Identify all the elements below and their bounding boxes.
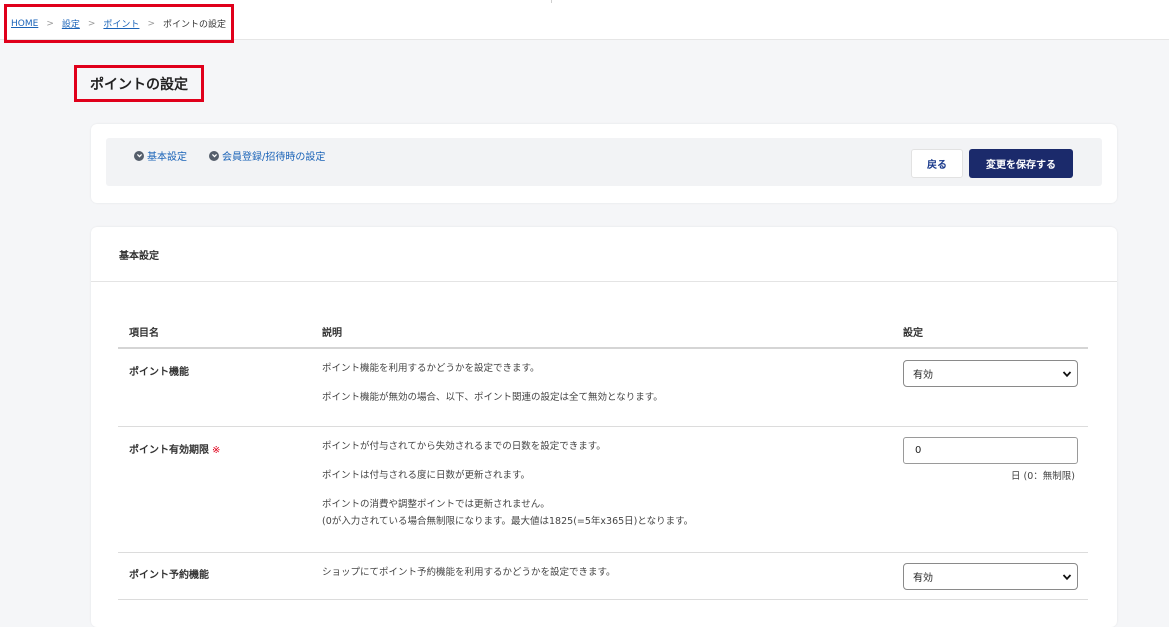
basic-settings-card: 基本設定 項目名 説明 設定 ポイント機能 ポイント機能を利用するかどうかを設定… [91, 227, 1117, 627]
table-header-divider [118, 347, 1088, 349]
nav-link-label: 会員登録/招待時の設定 [222, 152, 326, 163]
row-description: ポイントの消費や調整ポイントでは更新されません。 [322, 499, 550, 510]
breadcrumb-settings[interactable]: 設定 [62, 17, 80, 30]
select-value: 有効 [913, 370, 933, 381]
nav-link-registration-settings[interactable]: 会員登録/招待時の設定 [209, 148, 325, 163]
chevron-down-icon [1062, 574, 1072, 581]
select-value: 有効 [913, 573, 933, 584]
row-label-point-function: ポイント機能 [129, 367, 189, 378]
point-expiry-days-input[interactable]: 0 [903, 437, 1078, 464]
breadcrumb-home[interactable]: HOME [11, 19, 38, 29]
point-function-select[interactable]: 有効 [903, 360, 1078, 387]
chevron-down-circle-icon [134, 150, 144, 161]
back-button[interactable]: 戻る [911, 149, 963, 178]
point-reservation-select[interactable]: 有効 [903, 563, 1078, 590]
row-divider [118, 552, 1088, 553]
row-description: ショップにてポイント予約機能を利用するかどうかを設定できます。 [322, 567, 616, 578]
nav-link-basic-settings[interactable]: 基本設定 [134, 148, 187, 163]
row-description: ポイントが付与されてから失効されるまでの日数を設定できます。 [322, 441, 606, 452]
save-button[interactable]: 変更を保存する [969, 149, 1073, 178]
row-label-point-expiry: ポイント有効期限 ※ [129, 441, 220, 456]
breadcrumb-separator: > [46, 18, 54, 29]
point-expiry-hint: 日 (0：無制限) [1011, 471, 1075, 482]
row-description: ポイントは付与される度に日数が更新されます。 [322, 470, 531, 481]
column-header-item: 項目名 [129, 328, 159, 339]
row-label-text: ポイント有効期限 [129, 445, 209, 456]
row-description: ポイント機能を利用するかどうかを設定できます。 [322, 363, 540, 374]
row-label-point-reservation: ポイント予約機能 [129, 570, 209, 581]
nav-link-label: 基本設定 [147, 152, 187, 163]
row-description: ポイント機能が無効の場合、以下、ポイント関連の設定は全て無効となります。 [322, 392, 663, 403]
page-title: ポイントの設定 [74, 65, 204, 102]
required-mark: ※ [212, 445, 221, 456]
chevron-down-icon [1062, 371, 1072, 378]
row-divider [118, 599, 1088, 600]
row-description: (0が入力されている場合無制限になります。最大値は1825(=5年x365日)と… [322, 516, 694, 527]
top-divider [551, 0, 552, 3]
breadcrumb-separator: > [147, 18, 155, 29]
breadcrumb-point[interactable]: ポイント [103, 17, 139, 30]
section-nav-card: 基本設定 会員登録/招待時の設定 戻る 変更を保存する [91, 124, 1117, 203]
row-divider [118, 426, 1088, 427]
chevron-down-circle-icon [209, 150, 219, 161]
breadcrumb: HOME > 設定 > ポイント > ポイントの設定 [4, 4, 234, 43]
section-nav: 基本設定 会員登録/招待時の設定 戻る 変更を保存する [106, 138, 1102, 186]
column-header-description: 説明 [322, 328, 342, 339]
breadcrumb-current: ポイントの設定 [162, 20, 226, 30]
column-header-setting: 設定 [903, 328, 923, 339]
breadcrumb-separator: > [87, 18, 96, 29]
section-title: 基本設定 [91, 227, 1117, 282]
